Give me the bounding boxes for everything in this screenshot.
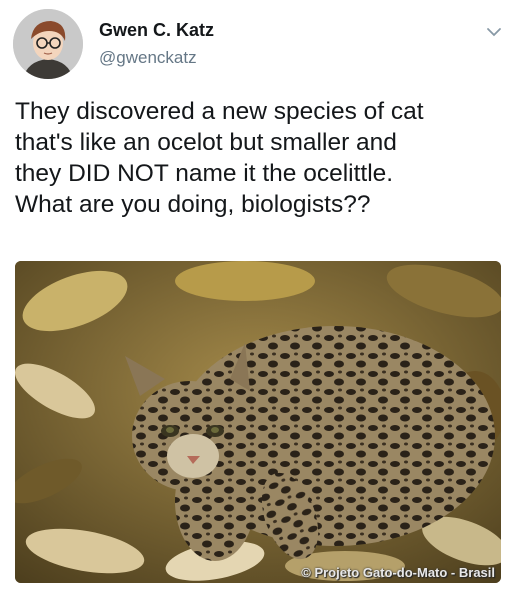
photo-credit: © Projeto Gato-do-Mato - Brasil bbox=[301, 565, 495, 580]
author-handle[interactable]: @gwenckatz bbox=[99, 48, 197, 68]
avatar-illustration bbox=[13, 9, 83, 79]
cat-photo-image bbox=[15, 261, 501, 583]
tweet-photo[interactable]: © Projeto Gato-do-Mato - Brasil bbox=[15, 261, 501, 583]
author-name[interactable]: Gwen C. Katz bbox=[99, 20, 214, 41]
tweet-card: Gwen C. Katz @gwenckatz They discovered … bbox=[0, 0, 516, 590]
tweet-text: They discovered a new species of cat tha… bbox=[15, 98, 424, 218]
chevron-down-icon[interactable] bbox=[484, 22, 504, 42]
author-avatar[interactable] bbox=[13, 9, 83, 79]
